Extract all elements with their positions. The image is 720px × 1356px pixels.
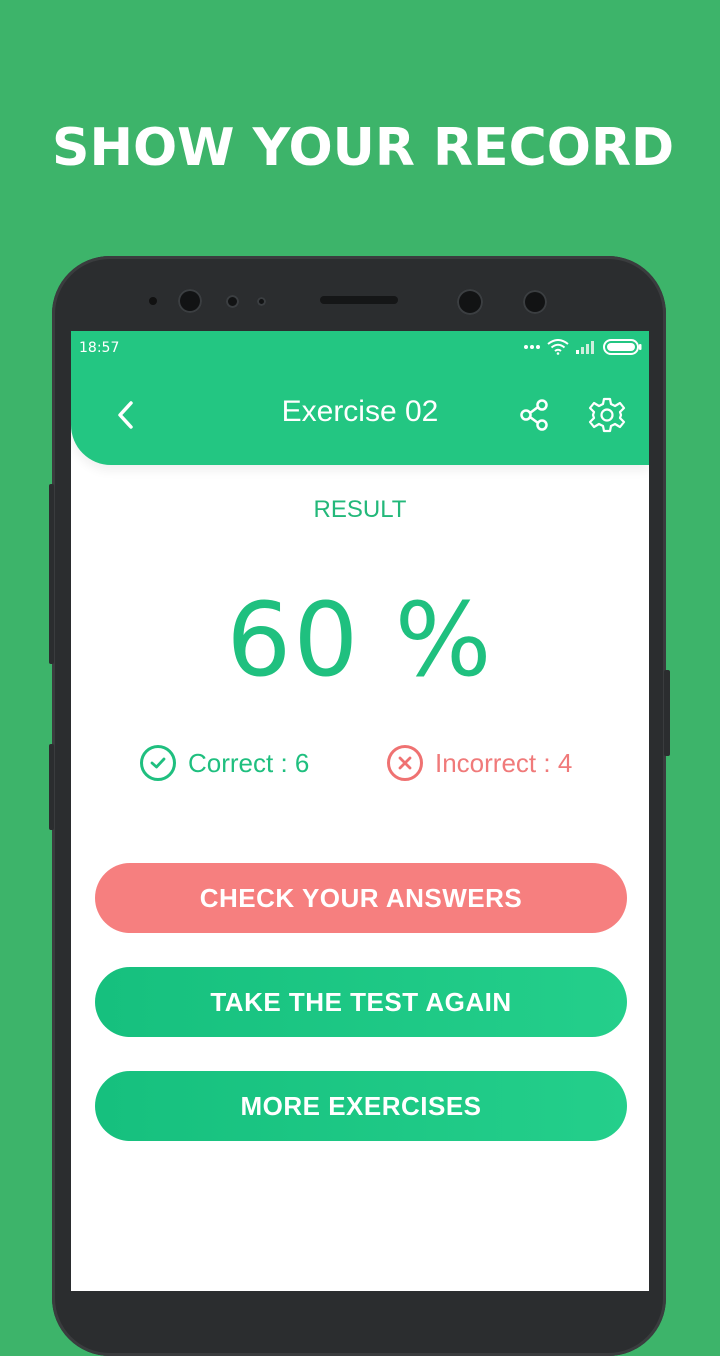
cross-icon: [398, 756, 412, 770]
app-bar: 18:57 Exercise 02: [71, 331, 649, 465]
promo-headline: SHOW YOUR RECORD: [52, 118, 675, 178]
signal-icon: [576, 341, 594, 354]
incorrect-count-label: Incorrect : 4: [435, 747, 573, 778]
score-percentage: 60 %: [226, 581, 494, 700]
sensor-dot-icon: [257, 297, 266, 306]
correct-count: Correct : 6: [140, 745, 309, 781]
front-camera-icon: [523, 290, 547, 314]
status-bar: 18:57: [71, 331, 649, 365]
battery-icon: [603, 339, 642, 355]
screen-title: Exercise 02: [281, 395, 439, 428]
front-camera-icon: [178, 289, 202, 313]
status-icons: [523, 339, 643, 355]
dots-icon: [524, 345, 540, 349]
correct-count-label: Correct : 6: [188, 747, 310, 778]
sensor-dot-icon: [149, 297, 157, 305]
phone-side-button: [49, 484, 54, 664]
more-exercises-button[interactable]: MORE EXERCISES: [95, 1071, 627, 1141]
phone-side-button: [49, 744, 54, 830]
front-camera-icon: [457, 289, 483, 315]
phone-speaker: [320, 296, 398, 304]
check-answers-button[interactable]: CHECK YOUR ANSWERS: [95, 863, 627, 933]
incorrect-count: Incorrect : 4: [387, 745, 572, 781]
app-screen: 18:57 Exercise 02 RESULT 60 % Correct: …: [71, 331, 649, 1291]
check-circle-icon: [140, 745, 176, 781]
check-icon: [150, 757, 166, 769]
result-label: RESULT: [313, 496, 407, 523]
sensor-dot-icon: [226, 295, 239, 308]
phone-side-button: [664, 670, 670, 756]
cross-circle-icon: [387, 745, 423, 781]
status-time: 18:57: [79, 340, 120, 356]
take-test-again-button[interactable]: TAKE THE TEST AGAIN: [95, 967, 627, 1037]
settings-gear-icon[interactable]: [587, 395, 627, 435]
share-icon[interactable]: [517, 397, 553, 433]
wifi-icon: [547, 339, 569, 355]
